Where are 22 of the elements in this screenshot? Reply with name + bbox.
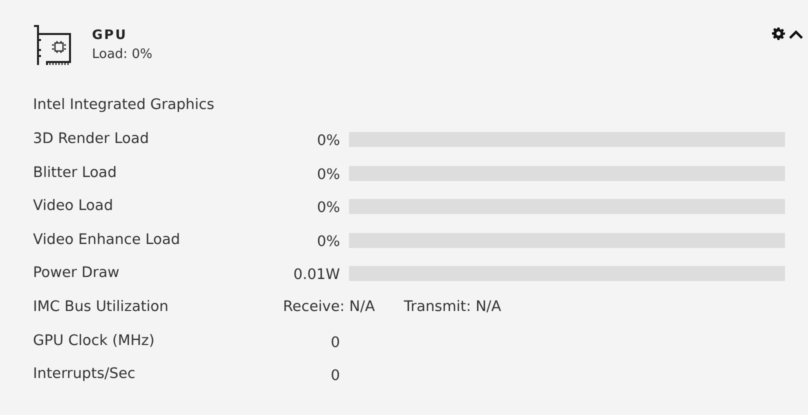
transmit-value: Transmit: N/A xyxy=(404,298,502,317)
metric-label: Video Load xyxy=(33,197,114,216)
metric-value: 0 xyxy=(330,334,340,353)
metric-value: 0% xyxy=(316,166,340,185)
metric-label: GPU Clock (MHz) xyxy=(33,332,156,351)
metric-label: 3D Render Load xyxy=(33,130,150,149)
metric-label: Blitter Load xyxy=(33,164,118,183)
settings-icon[interactable] xyxy=(772,27,785,40)
metric-label: Interrupts/Sec xyxy=(33,365,136,384)
metric-value: 0% xyxy=(316,232,340,252)
collapse-icon[interactable] xyxy=(788,28,804,40)
metric-label: Power Draw xyxy=(33,264,120,284)
metric-value: 0.01W xyxy=(292,266,340,286)
device-name: Intel Integrated Graphics xyxy=(33,96,214,115)
metric-value: 0 xyxy=(330,367,340,386)
metric-label: IMC Bus Utilization xyxy=(33,298,170,317)
receive-value: Receive: N/A xyxy=(283,298,375,317)
card-title: GPU xyxy=(92,27,128,45)
load-summary: Load: 0% xyxy=(92,46,152,64)
metric-value: 0% xyxy=(316,199,340,218)
metric-label: Video Enhance Load xyxy=(33,230,182,250)
metric-value: 0% xyxy=(316,132,340,151)
